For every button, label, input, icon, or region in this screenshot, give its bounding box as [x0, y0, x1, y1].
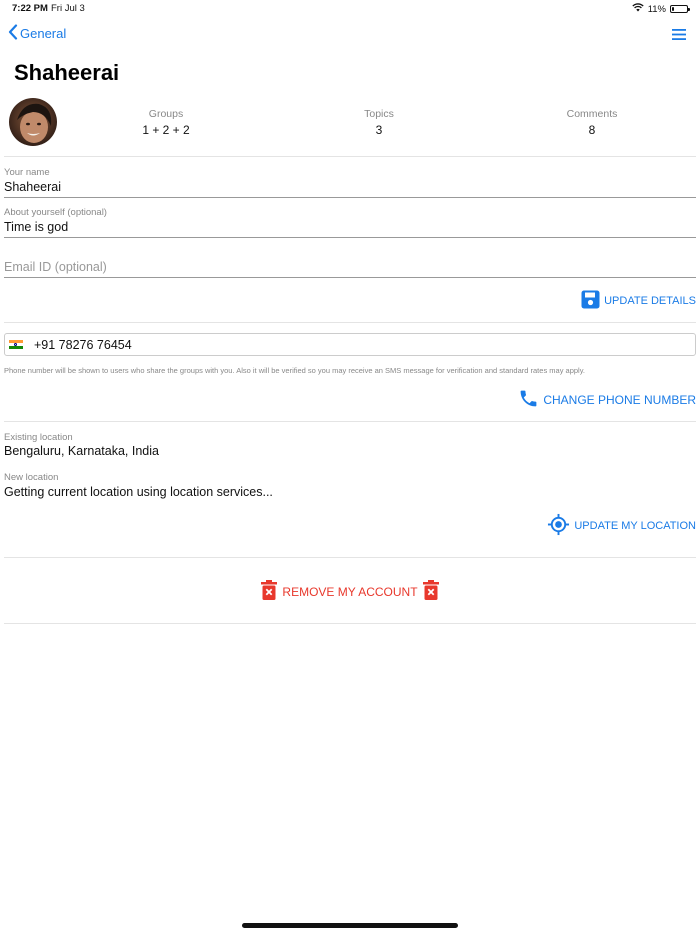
page-title: Shaheerai [14, 60, 120, 85]
home-indicator[interactable] [242, 923, 458, 928]
name-field[interactable]: Your name Shaheerai [4, 167, 696, 198]
status-bar: 7:22 PM Fri Jul 3 11% [0, 0, 700, 18]
phone-icon [518, 388, 539, 412]
name-label: Your name [4, 167, 50, 178]
existing-location-label: Existing location [4, 432, 73, 443]
delete-icon [422, 580, 439, 603]
divider [4, 623, 696, 624]
update-details-button[interactable]: UPDATE DETAILS [581, 290, 696, 312]
menu-icon[interactable] [672, 27, 686, 45]
about-field[interactable]: About yourself (optional) Time is god [4, 207, 696, 238]
location-target-icon [547, 513, 570, 539]
battery-icon [670, 5, 690, 13]
back-button[interactable]: General [8, 24, 66, 43]
chevron-left-icon [8, 24, 18, 43]
nav-bar: General [0, 22, 700, 46]
status-time: 7:22 PM [12, 3, 48, 14]
india-flag-icon[interactable] [9, 339, 23, 350]
stat-label: Groups [148, 108, 184, 120]
save-icon [581, 290, 600, 312]
profile-summary: Groups 1 + 2 + 2 Topics 3 Comments 8 [0, 98, 700, 154]
stat-label: Comments [566, 108, 618, 120]
divider [4, 557, 696, 558]
change-phone-button[interactable]: CHANGE PHONE NUMBER [518, 388, 696, 412]
status-date: Fri Jul 3 [51, 3, 85, 14]
update-location-button[interactable]: UPDATE MY LOCATION [547, 513, 696, 539]
update-details-label: UPDATE DETAILS [604, 295, 696, 307]
email-placeholder[interactable]: Email ID (optional) [4, 260, 696, 277]
about-value[interactable]: Time is god [4, 220, 696, 237]
avatar[interactable] [9, 98, 57, 146]
update-location-label: UPDATE MY LOCATION [574, 520, 696, 532]
stat-groups: Groups 1 + 2 + 2 [106, 108, 226, 137]
email-field[interactable]: Email ID (optional) [4, 260, 696, 278]
about-label: About yourself (optional) [4, 207, 107, 218]
divider [4, 421, 696, 422]
back-label: General [20, 26, 67, 41]
new-location-value: Getting current location using location … [4, 485, 273, 499]
stat-label: Topics [364, 108, 394, 120]
phone-input[interactable]: +91 78276 76454 [4, 333, 696, 356]
name-value[interactable]: Shaheerai [4, 180, 696, 197]
divider [4, 322, 696, 323]
status-indicators: 11% [632, 3, 690, 15]
divider [4, 156, 696, 157]
existing-location-value: Bengaluru, Karnataka, India [4, 444, 159, 458]
stat-value: 1 + 2 + 2 [142, 123, 190, 137]
battery-percent: 11% [647, 3, 666, 15]
change-phone-label: CHANGE PHONE NUMBER [543, 393, 696, 407]
delete-icon [261, 580, 278, 603]
phone-note: Phone number will be shown to users who … [4, 366, 585, 375]
wifi-icon [632, 3, 644, 15]
stat-value: 3 [375, 123, 383, 137]
remove-account-button[interactable]: REMOVE MY ACCOUNT [0, 580, 700, 603]
new-location-label: New location [4, 472, 59, 483]
stat-comments: Comments 8 [532, 108, 652, 137]
stat-topics: Topics 3 [319, 108, 439, 137]
stat-value: 8 [588, 123, 596, 137]
phone-value[interactable]: +91 78276 76454 [34, 338, 132, 352]
remove-account-label: REMOVE MY ACCOUNT [282, 584, 418, 599]
